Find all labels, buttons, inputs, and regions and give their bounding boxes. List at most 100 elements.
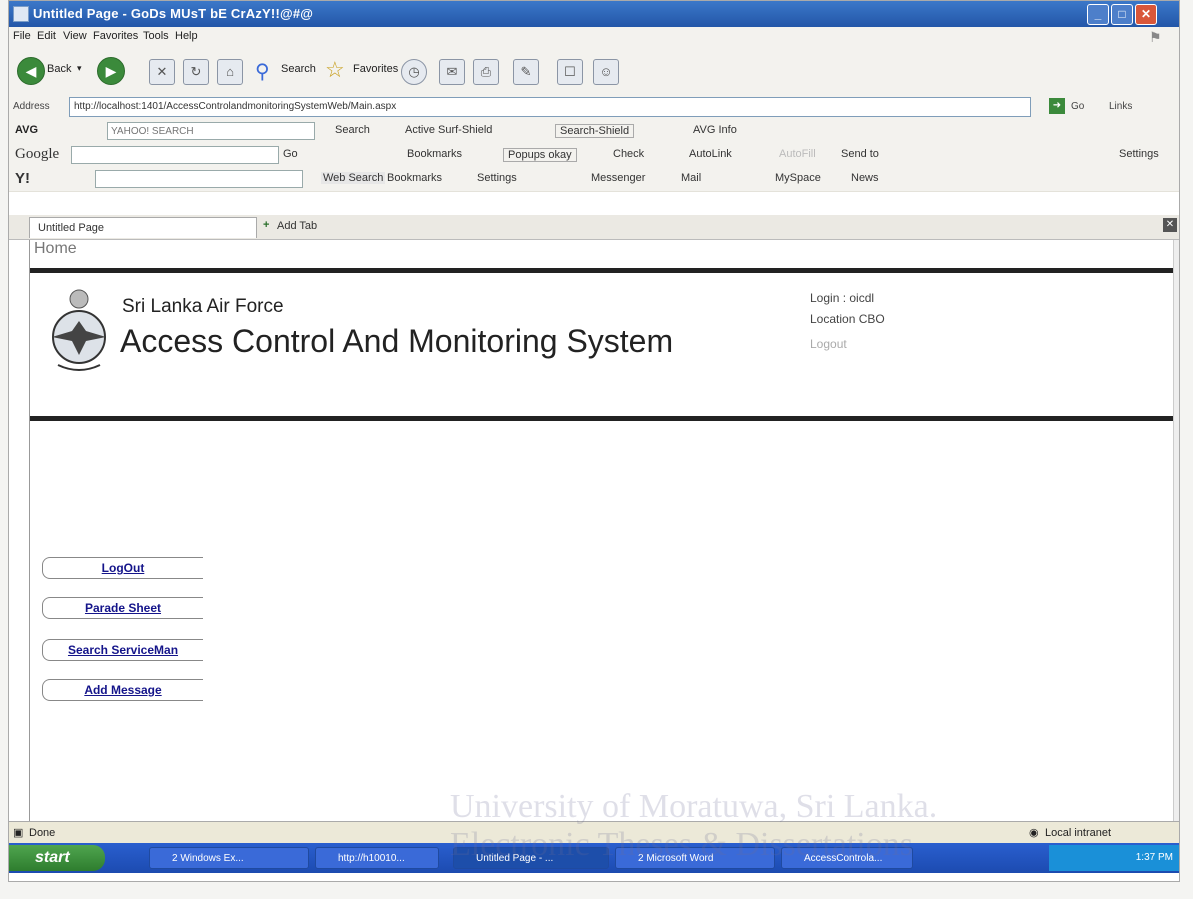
print-icon[interactable]: ⎙ — [473, 59, 499, 85]
close-button[interactable]: ✕ — [1135, 4, 1157, 25]
google-toolbar: Google Go Bookmarks Popups okay Check Au… — [9, 143, 1179, 168]
search-shield-button[interactable]: Search-Shield — [555, 124, 635, 138]
yahoo-search-input[interactable] — [95, 170, 303, 188]
add-tab-plus-icon[interactable]: + — [263, 219, 269, 231]
home-link[interactable]: Home — [30, 240, 1174, 260]
check-button[interactable]: Check — [613, 148, 644, 160]
yahoo-toolbar: Y! Web Search Bookmarks Settings Messeng… — [9, 167, 1179, 192]
login-info: Login : oicdl Location CBO Logout — [810, 288, 885, 355]
header-rule-bottom — [30, 416, 1174, 421]
google-bookmarks-button[interactable]: Bookmarks — [407, 148, 462, 160]
maximize-button[interactable]: □ — [1111, 4, 1133, 25]
autofill-button[interactable]: AutoFill — [779, 148, 816, 160]
avg-info-button[interactable]: AVG Info — [693, 124, 737, 136]
address-label: Address — [13, 101, 50, 112]
minimize-button[interactable]: _ — [1087, 4, 1109, 25]
add-tab-button[interactable]: Add Tab — [277, 220, 317, 232]
ie-page-icon — [13, 6, 29, 22]
search-label[interactable]: Search — [281, 63, 316, 75]
go-label[interactable]: Go — [1071, 101, 1084, 112]
title-bar: Untitled Page - GoDs MUsT bE CrAzY!!@#@ … — [9, 1, 1179, 27]
parade-sheet-button[interactable]: Parade Sheet — [42, 597, 203, 619]
close-tab-icon[interactable]: ✕ — [1163, 218, 1177, 232]
avg-search-input[interactable] — [107, 122, 315, 140]
history-icon[interactable]: ◷ — [401, 59, 427, 85]
back-dropdown-icon[interactable]: ▾ — [77, 63, 82, 74]
start-label: start — [35, 849, 70, 866]
google-go-button[interactable]: Go — [283, 148, 298, 160]
search-serviceman-button[interactable]: Search ServiceMan — [42, 639, 203, 661]
page-scrollbar[interactable] — [1173, 240, 1179, 821]
address-input[interactable]: http://localhost:1401/AccessControlandmo… — [69, 97, 1031, 117]
send-to-button[interactable]: Send to — [841, 148, 879, 160]
back-label[interactable]: Back — [47, 63, 71, 75]
back-arrow-icon[interactable]: ◀ — [17, 57, 45, 85]
yahoo-bookmarks-button[interactable]: Bookmarks — [387, 172, 442, 184]
windows-flag-icon: ⚑ — [1149, 29, 1162, 45]
browser-window: Untitled Page - GoDs MUsT bE CrAzY!!@#@ … — [8, 0, 1180, 882]
links-label[interactable]: Links — [1109, 101, 1132, 112]
menu-edit[interactable]: Edit — [37, 30, 56, 42]
system-title: Access Control And Monitoring System — [120, 323, 674, 359]
google-logo: Google — [15, 146, 60, 162]
intranet-icon: ◉ — [1029, 827, 1039, 839]
mail-button[interactable]: Mail — [681, 172, 701, 184]
menu-bar: File Edit View Favorites Tools Help ⚑ — [9, 27, 1179, 47]
status-page-icon: ▣ — [13, 827, 24, 839]
stop-icon[interactable]: ✕ — [149, 59, 175, 85]
messenger-button[interactable]: Messenger — [591, 172, 645, 184]
refresh-icon[interactable]: ↻ — [183, 59, 209, 85]
favorites-star-icon[interactable]: ☆ — [325, 57, 345, 83]
address-url: http://localhost:1401/AccessControlandmo… — [74, 101, 397, 112]
menu-view[interactable]: View — [63, 30, 87, 42]
add-message-button[interactable]: Add Message — [42, 679, 203, 701]
menu-help[interactable]: Help — [175, 30, 198, 42]
avg-toolbar: AVG Search Active Surf-Shield Search-Shi… — [9, 119, 1179, 144]
menu-tools[interactable]: Tools — [143, 30, 169, 42]
air-force-crest-icon — [52, 289, 106, 371]
google-settings-button[interactable]: Settings — [1119, 148, 1159, 160]
yahoo-settings-button[interactable]: Settings — [477, 172, 517, 184]
menu-file[interactable]: File — [13, 30, 31, 42]
edit-icon[interactable]: ✎ — [513, 59, 539, 85]
start-button[interactable]: start — [9, 845, 105, 871]
favorites-label[interactable]: Favorites — [353, 63, 398, 75]
go-arrow-icon[interactable]: ➜ — [1049, 98, 1065, 114]
tab-bar: Untitled Page + Add Tab ✕ — [9, 215, 1179, 240]
logout-button[interactable]: LogOut — [42, 557, 203, 579]
status-text: Done — [29, 827, 56, 839]
avg-logo[interactable]: AVG — [15, 124, 38, 136]
mail-icon[interactable]: ✉ — [439, 59, 465, 85]
tab-label: Untitled Page — [38, 222, 105, 234]
myspace-button[interactable]: MySpace — [775, 172, 821, 184]
forward-arrow-icon[interactable]: ▶ — [97, 57, 125, 85]
header-rule-top — [30, 268, 1174, 273]
messenger-icon[interactable]: ☺ — [593, 59, 619, 85]
location-label: Location — [810, 312, 856, 326]
active-surf-shield-button[interactable]: Active Surf-Shield — [405, 124, 492, 136]
watermark-line-1: University of Moratuwa, Sri Lanka. — [450, 788, 938, 825]
watermark-line-2: Electronic Theses & Dissertations — [450, 826, 913, 863]
login-label: Login — [810, 291, 840, 305]
window-title: Untitled Page - GoDs MUsT bE CrAzY!!@#@ — [33, 6, 314, 21]
menu-favorites[interactable]: Favorites — [93, 30, 138, 42]
tab-untitled-page[interactable]: Untitled Page — [29, 217, 257, 238]
avg-search-button[interactable]: Search — [335, 124, 370, 136]
logout-link[interactable]: Logout — [810, 337, 847, 351]
web-search-button[interactable]: Web Search — [321, 172, 386, 184]
google-search-input[interactable] — [71, 146, 279, 164]
task-http-window[interactable]: http://h10010... — [315, 847, 439, 869]
search-icon[interactable]: ⚲ — [255, 59, 270, 84]
task-windows-explorer[interactable]: 2 Windows Ex... — [149, 847, 309, 869]
clock: 1:37 PM — [1135, 852, 1173, 863]
organization-name: Sri Lanka Air Force — [122, 296, 284, 317]
login-value: : oicdl — [842, 291, 875, 305]
location-value: CBO — [858, 312, 885, 326]
popups-okay-button[interactable]: Popups okay — [503, 148, 577, 162]
autolink-button[interactable]: AutoLink — [689, 148, 732, 160]
zone-text: Local intranet — [1045, 827, 1112, 839]
discuss-icon[interactable]: ☐ — [557, 59, 583, 85]
news-button[interactable]: News — [851, 172, 879, 184]
home-icon[interactable]: ⌂ — [217, 59, 243, 85]
standard-toolbar: ◀ Back ▾ ▶ ✕ ↻ ⌂ ⚲ Search ☆ Favorites ◷ … — [9, 47, 1179, 96]
